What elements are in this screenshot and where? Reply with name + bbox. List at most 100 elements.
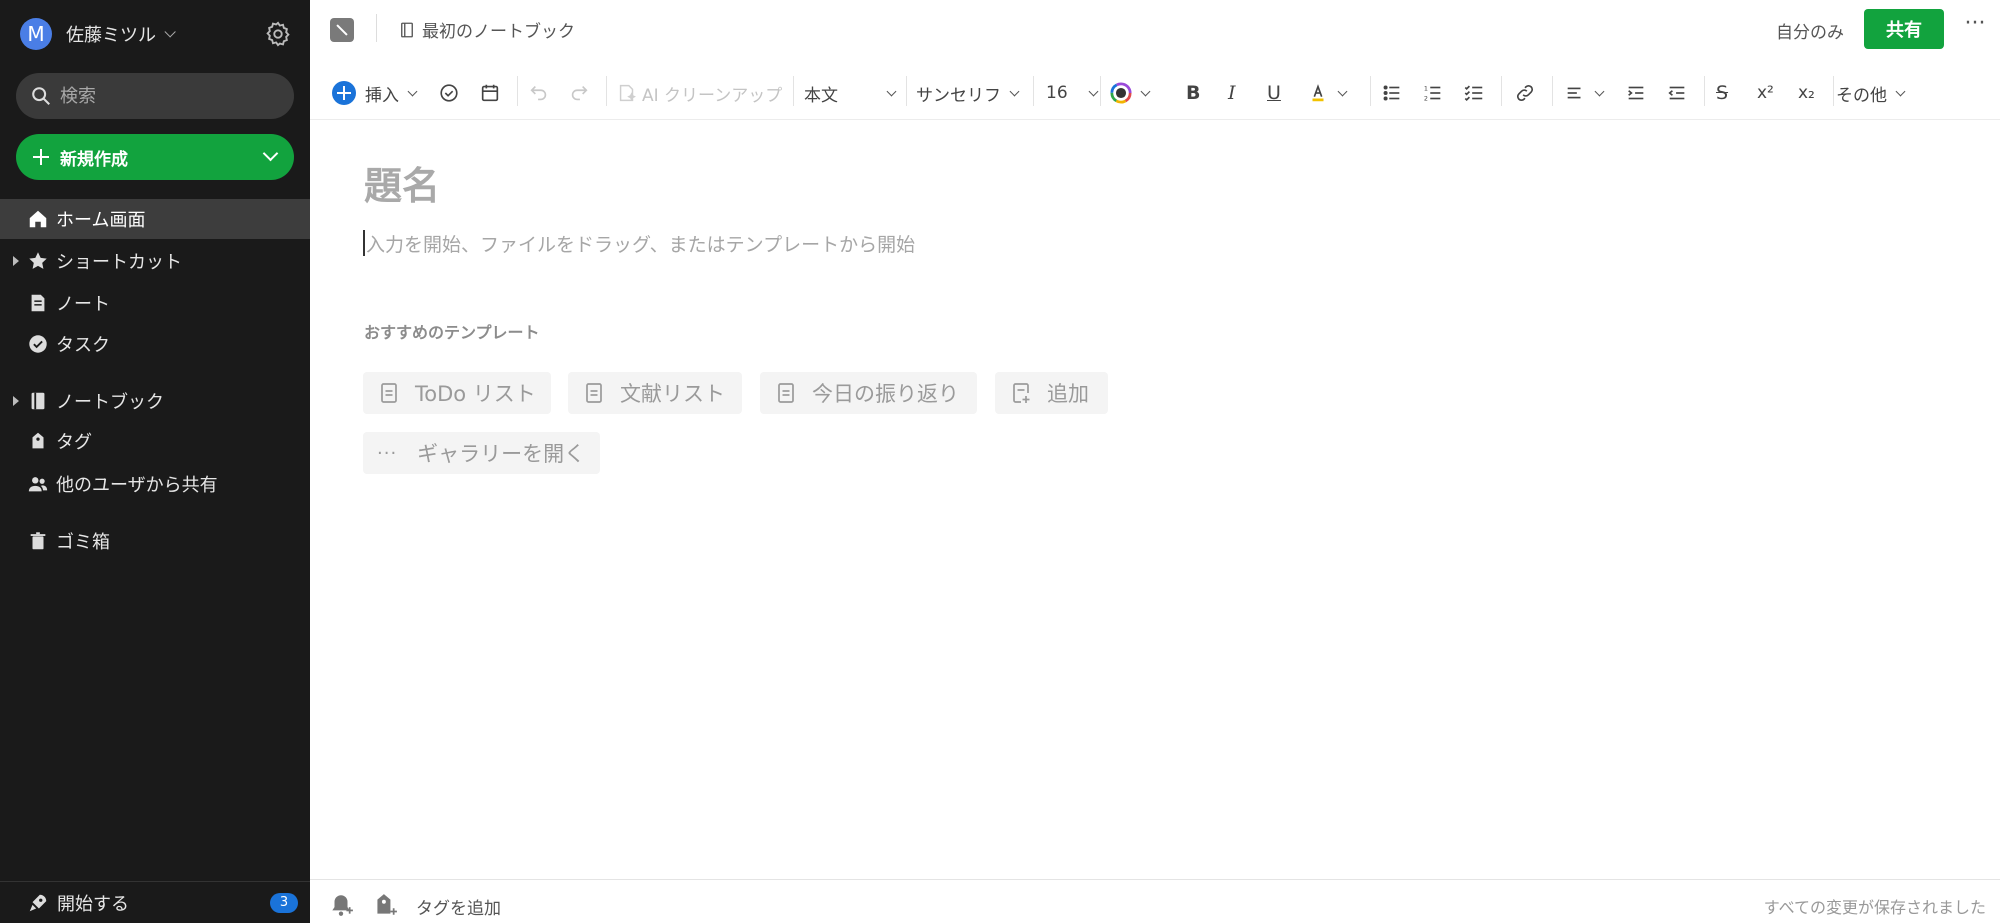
sidebar-item-label: ホーム画面 [56, 210, 146, 231]
template-label: ToDo リスト [415, 382, 536, 406]
underline-button[interactable]: U [1267, 76, 1281, 110]
toolbar-divider [1833, 76, 1834, 106]
subscript-icon: x₂ [1798, 83, 1815, 103]
expand-caret-icon[interactable] [13, 256, 19, 266]
outdent-icon [1668, 86, 1685, 100]
notebook-icon [401, 22, 413, 37]
chevron-down-icon [1895, 86, 1906, 96]
avatar: M [20, 18, 52, 50]
calendar-button[interactable] [479, 76, 501, 110]
search-input[interactable] [60, 85, 280, 107]
note-editor: 最初のノートブック 自分のみ 共有 ··· 挿入 AI クリーンアップ 本文 サ… [310, 0, 2000, 923]
link-icon [1516, 84, 1534, 102]
open-gallery-button[interactable]: ··· ギャラリーを開く [363, 432, 600, 474]
trash-icon [30, 532, 46, 550]
subscript-button[interactable]: x₂ [1798, 76, 1815, 110]
highlight-button[interactable] [1307, 76, 1348, 110]
bullet-list-button[interactable] [1381, 76, 1403, 110]
notebook-breadcrumb[interactable]: 最初のノートブック [398, 17, 575, 42]
template-bibliography-button[interactable]: 文献リスト [568, 372, 742, 414]
home-icon [29, 210, 47, 228]
note-body-input[interactable]: 入力を開始、ファイルをドラッグ、またはテンプレートから開始 [366, 230, 915, 257]
sidebar-item-notebooks[interactable]: ノートブック [0, 381, 310, 421]
template-add-button[interactable]: 追加 [995, 372, 1108, 414]
rocket-icon [29, 894, 47, 911]
new-note-button[interactable]: 新規作成 [16, 134, 294, 180]
text-cursor [363, 230, 365, 256]
add-tag-icon[interactable] [372, 892, 398, 918]
new-note-label: 新規作成 [60, 149, 128, 170]
checklist-button[interactable] [1463, 76, 1485, 110]
numbered-list-button[interactable]: 12 [1422, 76, 1444, 110]
chevron-down-icon [164, 26, 176, 38]
sidebar-item-notes[interactable]: ノート [0, 283, 310, 323]
font-family-select[interactable]: サンセリフ [916, 76, 1020, 110]
gear-icon[interactable] [264, 20, 292, 48]
highlighter-icon [1312, 84, 1324, 102]
align-button[interactable] [1564, 76, 1605, 110]
sidebar-item-tasks[interactable]: タスク [0, 324, 310, 364]
underline-icon: U [1267, 82, 1281, 104]
plus-circle-icon [332, 81, 356, 105]
chevron-down-icon[interactable] [262, 145, 279, 162]
templates-heading: おすすめのテンプレート [364, 323, 540, 342]
toolbar-divider [1552, 76, 1553, 106]
calendar-icon [481, 84, 499, 102]
font-size-value: 16 [1046, 83, 1068, 103]
link-button[interactable] [1514, 76, 1536, 110]
template-label: 今日の振り返り [812, 382, 959, 406]
chevron-down-icon [1088, 86, 1099, 96]
notebook-icon [31, 392, 45, 410]
sidebar-item-trash[interactable]: ゴミ箱 [0, 521, 310, 561]
insert-button[interactable]: 挿入 [332, 76, 418, 110]
visibility-label[interactable]: 自分のみ [1776, 18, 1844, 43]
ellipsis-icon: ··· [377, 442, 398, 464]
undo-button[interactable] [528, 76, 550, 110]
toolbar-divider [1100, 76, 1101, 106]
more-formatting-button[interactable]: その他 [1836, 76, 1906, 110]
sidebar-item-shared[interactable]: 他のユーザから共有 [0, 464, 310, 504]
checklist-icon [1464, 85, 1483, 102]
sidebar-item-label: ゴミ箱 [56, 532, 110, 553]
sidebar-item-home[interactable]: ホーム画面 [0, 199, 310, 239]
indent-icon [1628, 86, 1644, 100]
superscript-button[interactable]: x² [1757, 76, 1774, 110]
text-color-button[interactable] [1110, 76, 1151, 110]
search-box[interactable] [16, 73, 294, 119]
indent-button[interactable] [1625, 76, 1647, 110]
task-button[interactable] [438, 76, 460, 110]
account-switcher[interactable]: M 佐藤ミツル [20, 18, 176, 50]
reminder-bell-icon[interactable] [328, 892, 354, 918]
chevron-down-icon [886, 86, 897, 96]
note-title-input[interactable]: 題名 [364, 155, 440, 210]
toolbar-divider [1370, 76, 1371, 106]
get-started-item[interactable]: 開始する 3 [0, 881, 310, 923]
ai-cleanup-button[interactable]: AI クリーンアップ [616, 76, 782, 110]
sidebar-item-shortcuts[interactable]: ショートカット [0, 241, 310, 281]
redo-button[interactable] [568, 76, 590, 110]
template-daily-reflection-button[interactable]: 今日の振り返り [760, 372, 977, 414]
share-button[interactable]: 共有 [1864, 9, 1944, 49]
outdent-button[interactable] [1666, 76, 1688, 110]
more-formatting-label: その他 [1836, 85, 1887, 106]
insert-label: 挿入 [365, 85, 399, 106]
expand-caret-icon[interactable] [13, 396, 19, 406]
formatting-toolbar: 挿入 AI クリーンアップ 本文 サンセリフ 16 B I U 1 2 S x²… [310, 72, 2000, 120]
account-name: 佐藤ミツル [66, 25, 156, 46]
bold-button[interactable]: B [1186, 76, 1200, 110]
expand-icon[interactable] [330, 18, 354, 42]
svg-text:2: 2 [1424, 94, 1428, 102]
italic-button[interactable]: I [1228, 76, 1236, 110]
note-icon [31, 294, 45, 312]
more-options-icon[interactable]: ··· [1962, 13, 1988, 40]
template-todo-button[interactable]: ToDo リスト [363, 372, 551, 414]
document-icon [778, 383, 794, 403]
sidebar-item-tags[interactable]: タグ [0, 421, 310, 461]
sidebar-item-label: ショートカット [56, 252, 182, 273]
font-family-value: サンセリフ [916, 85, 1001, 106]
task-check-icon [29, 335, 47, 353]
paragraph-style-select[interactable]: 本文 [804, 76, 897, 110]
font-size-select[interactable]: 16 [1046, 76, 1099, 110]
strikethrough-button[interactable]: S [1716, 76, 1728, 110]
add-tag-label[interactable]: タグを追加 [416, 894, 501, 919]
